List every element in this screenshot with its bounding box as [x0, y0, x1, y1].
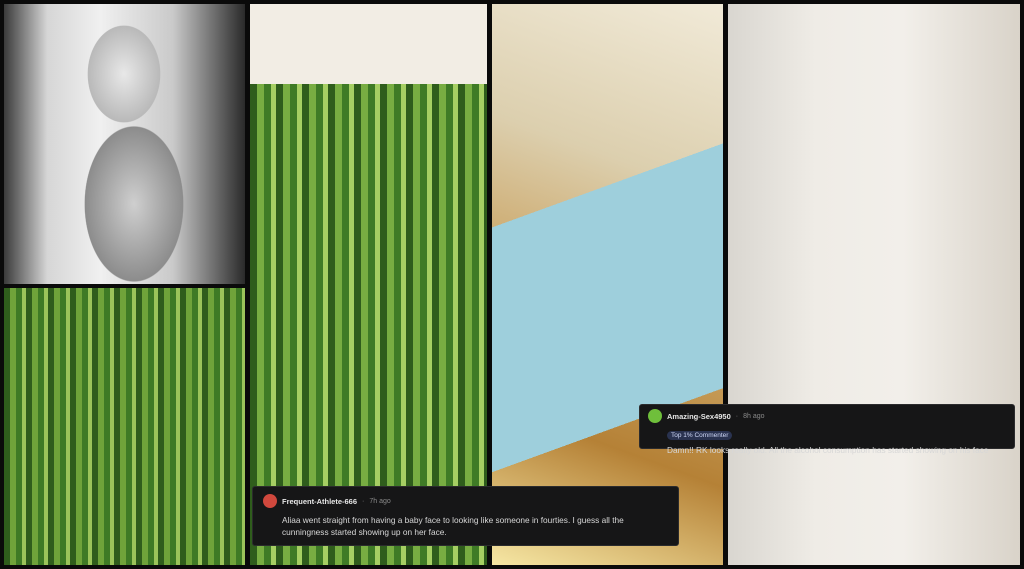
comment-age: 8h ago [743, 412, 765, 420]
comment-username[interactable]: Amazing-Sex4950 [667, 412, 731, 421]
photo-center [250, 4, 487, 565]
photo-craft [492, 4, 723, 565]
comment-card[interactable]: Amazing-Sex4950 · 8h ago Top 1% Commente… [639, 404, 1015, 455]
user-avatar-icon [263, 494, 277, 508]
photo-top-left [4, 4, 245, 284]
comment-username[interactable]: Frequent-Athlete-666 [282, 497, 357, 506]
comment-text: Damn!! RK looks really old. All the alco… [667, 445, 989, 455]
commenter-flair-badge: Top 1% Commenter [667, 431, 733, 440]
comment-age: 7h ago [369, 497, 391, 505]
user-avatar-icon [648, 409, 662, 423]
photo-right [728, 4, 1020, 565]
separator-dot: · [362, 497, 365, 505]
separator-dot: · [735, 412, 739, 420]
photo-bottom-left [4, 288, 245, 565]
comment-text: Aliaa went straight from having a baby f… [282, 515, 624, 537]
comment-card[interactable]: Frequent-Athlete-666 · 7h ago Aliaa went… [252, 486, 679, 546]
